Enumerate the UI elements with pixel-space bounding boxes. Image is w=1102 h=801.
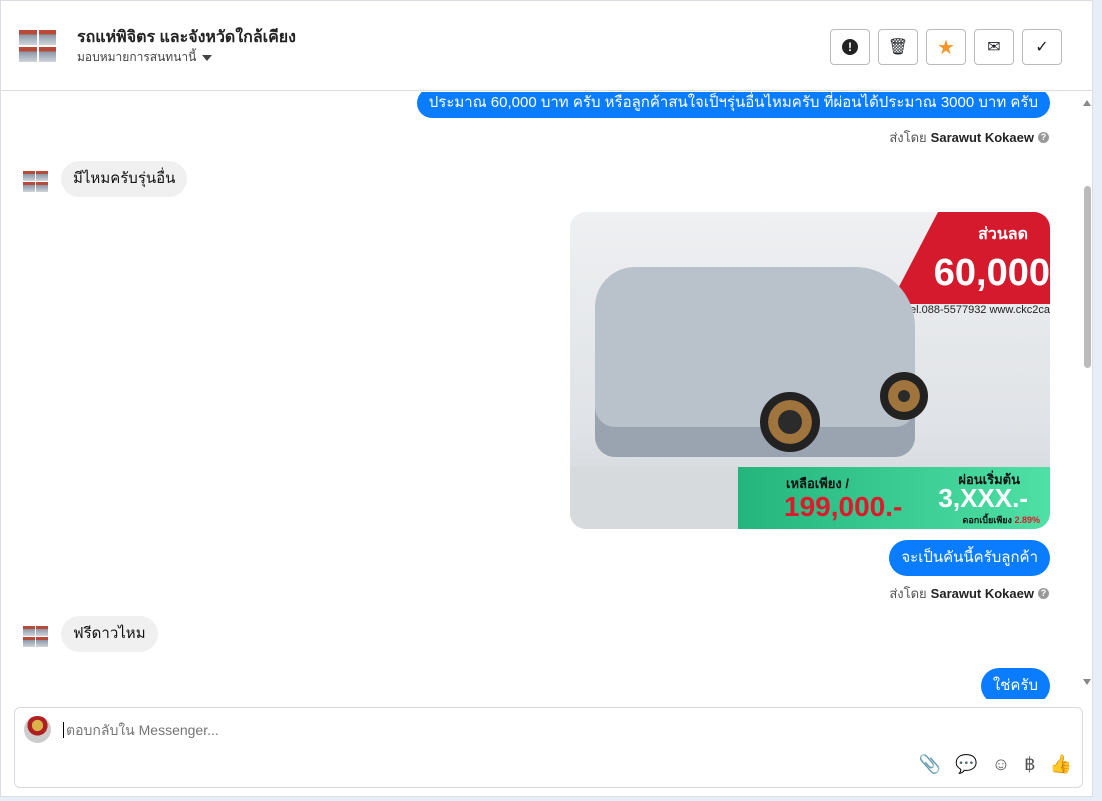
- report-button[interactable]: !: [830, 29, 870, 65]
- payment-button[interactable]: ฿: [1024, 754, 1035, 775]
- pickup-truck-illustration: [595, 267, 915, 457]
- exclamation-icon: !: [842, 39, 858, 55]
- saved-replies-icon[interactable]: 💬: [955, 754, 977, 775]
- interest-value: 2.89%: [1014, 515, 1040, 525]
- scroll-up-icon[interactable]: [1083, 100, 1091, 106]
- contact-text: Tel.088-5577932 www.ckc2ca: [904, 304, 1050, 316]
- page-title: รถแห่พิจิตร และจังหวัดใกล้เคียง: [77, 29, 296, 46]
- customer-avatar: [23, 626, 48, 647]
- conversation-header: รถแห่พิจิตร และจังหวัดใกล้เคียง มอบหมายก…: [1, 1, 1092, 91]
- scrollbar-thumb[interactable]: [1084, 186, 1091, 368]
- sent-by-prefix: ส่งโดย: [889, 586, 927, 601]
- caret-down-icon: [202, 54, 213, 61]
- user-avatar: [24, 716, 51, 743]
- trash-icon: 🗑: [887, 39, 909, 56]
- price-band: เหลือเพียง / 199,000.- ผ่อนเริ่มต้น 3,XX…: [570, 467, 1050, 529]
- discount-banner: ส่วนลด 60,000: [890, 212, 1050, 304]
- sent-by: ส่งโดย Sarawut Kokaew?: [889, 583, 1049, 604]
- done-button[interactable]: ✓: [1022, 29, 1062, 65]
- reply-composer: 📎 💬 ☺ ฿ 👍: [14, 707, 1083, 788]
- customer-avatar: [23, 171, 48, 192]
- sender-name: Sarawut Kokaew: [930, 586, 1034, 601]
- page-avatar: [19, 30, 56, 62]
- emoji-icon[interactable]: ☺: [992, 754, 1010, 775]
- star-button[interactable]: ★: [926, 29, 966, 65]
- check-icon: ✓: [1035, 39, 1049, 56]
- scroll-down-icon[interactable]: [1083, 679, 1091, 685]
- price-value: 199,000.-: [784, 491, 903, 522]
- assign-label: มอบหมายการสนทนานี้: [77, 50, 197, 64]
- sent-by-prefix: ส่งโดย: [889, 130, 927, 145]
- reply-input[interactable]: [63, 722, 863, 738]
- baht-icon: ฿: [1024, 754, 1036, 774]
- discount-value: 60,000: [933, 252, 1050, 294]
- mark-unread-button[interactable]: ✉: [974, 29, 1014, 65]
- message-incoming: ฟรีดาวไหม: [61, 616, 158, 652]
- car-ad-image[interactable]: ส่วนลด 60,000 Tel.088-5577932 www.ckc2ca …: [570, 212, 1050, 529]
- wheel: [880, 372, 928, 420]
- thumbs-up-icon[interactable]: 👍: [1050, 754, 1072, 775]
- help-icon[interactable]: ?: [1038, 588, 1049, 599]
- envelope-icon: ✉: [987, 39, 1001, 56]
- message-list: ประมาณ 60,000 บาท ครับ หรือลูกค้าสนใจเป็…: [1, 92, 1079, 699]
- message-outgoing: ใช่ครับ: [980, 668, 1050, 699]
- message-outgoing: จะเป็นคันนี้ครับลูกค้า: [889, 540, 1050, 576]
- scrollbar[interactable]: [1081, 92, 1093, 699]
- sent-by: ส่งโดย Sarawut Kokaew?: [889, 127, 1049, 148]
- conversation-panel: รถแห่พิจิตร และจังหวัดใกล้เคียง มอบหมายก…: [0, 0, 1093, 797]
- discount-label: ส่วนลด: [978, 226, 1028, 243]
- installment-value: 3,XXX.-: [938, 483, 1028, 513]
- interest-text: ดอกเบี้ยเพียง 2.89%: [963, 513, 1041, 527]
- assign-conversation-dropdown[interactable]: มอบหมายการสนทนานี้: [77, 48, 213, 67]
- help-icon[interactable]: ?: [1038, 132, 1049, 143]
- interest-label: ดอกเบี้ยเพียง: [962, 515, 1012, 525]
- message-incoming: มีไหมครับรุ่นอื่น: [61, 161, 188, 197]
- sender-name: Sarawut Kokaew: [930, 130, 1034, 145]
- star-icon: ★: [937, 36, 955, 59]
- paperclip-icon[interactable]: 📎: [919, 754, 941, 775]
- message-outgoing: ประมาณ 60,000 บาท ครับ หรือลูกค้าสนใจเป็…: [416, 92, 1050, 118]
- delete-button[interactable]: 🗑: [878, 29, 918, 65]
- wheel: [760, 392, 820, 452]
